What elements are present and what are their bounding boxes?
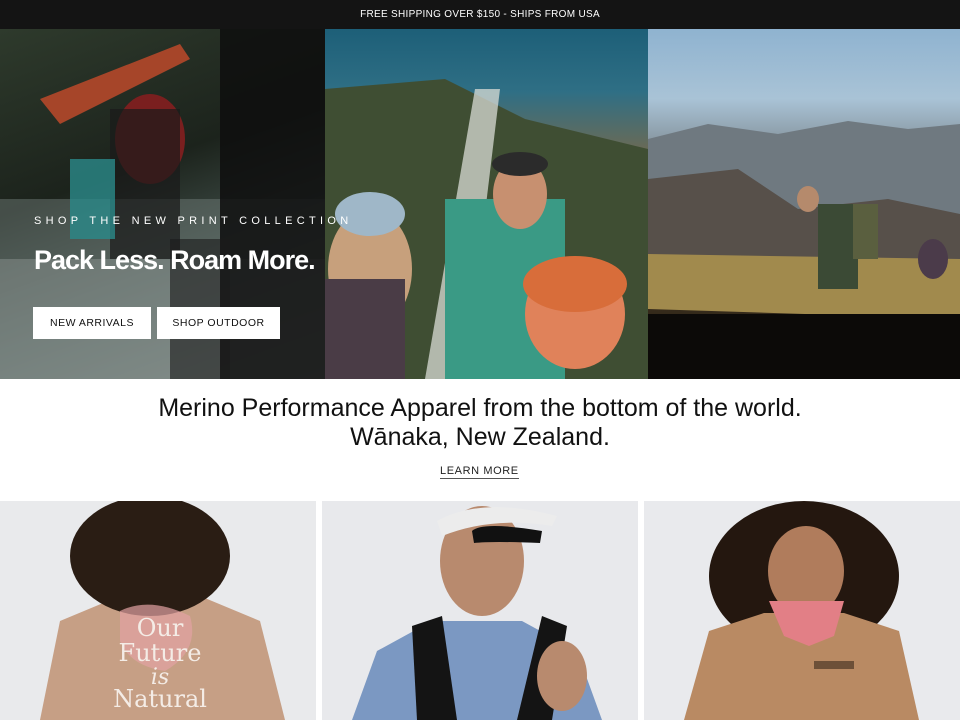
print-text-line-1: Our [137, 614, 184, 642]
new-arrivals-button[interactable]: NEW ARRIVALS [33, 307, 151, 339]
learn-more-link[interactable]: LEARN MORE [440, 465, 519, 479]
mountain-hiker-photo [648, 121, 960, 379]
announcement-bar: FREE SHIPPING OVER $150 - SHIPS FROM USA [0, 0, 960, 29]
hero-image-mountain-hiker[interactable] [648, 29, 960, 379]
product-photo-tan-tee [644, 501, 960, 720]
brand-intro: Merino Performance Apparel from the bott… [0, 379, 960, 501]
print-text-line-4: Natural [113, 685, 207, 713]
waterfall-selfie-photo [325, 79, 648, 379]
brand-intro-title: Merino Performance Apparel from the bott… [158, 394, 802, 451]
print-text-line-2: Future [119, 639, 202, 667]
product-card-running-vest[interactable] [322, 501, 638, 720]
hero-image-waterfall-selfie[interactable] [325, 29, 648, 379]
hero-eyebrow: SHOP THE NEW PRINT COLLECTION [34, 215, 353, 227]
announcement-text: FREE SHIPPING OVER $150 - SHIPS FROM USA [360, 9, 600, 20]
product-photo-print-tee: Our Future is Natural [0, 501, 316, 720]
product-photo-running-vest [322, 501, 638, 720]
hero-text-block: SHOP THE NEW PRINT COLLECTION Pack Less.… [34, 215, 352, 276]
product-card-tan-tee[interactable] [644, 501, 960, 720]
product-card-print-tee[interactable]: Our Future is Natural [0, 501, 316, 720]
hero-banner: SHOP THE NEW PRINT COLLECTION Pack Less.… [0, 29, 960, 379]
shop-outdoor-button[interactable]: SHOP OUTDOOR [157, 307, 280, 339]
hero-headline: Pack Less. Roam More. [34, 245, 316, 275]
